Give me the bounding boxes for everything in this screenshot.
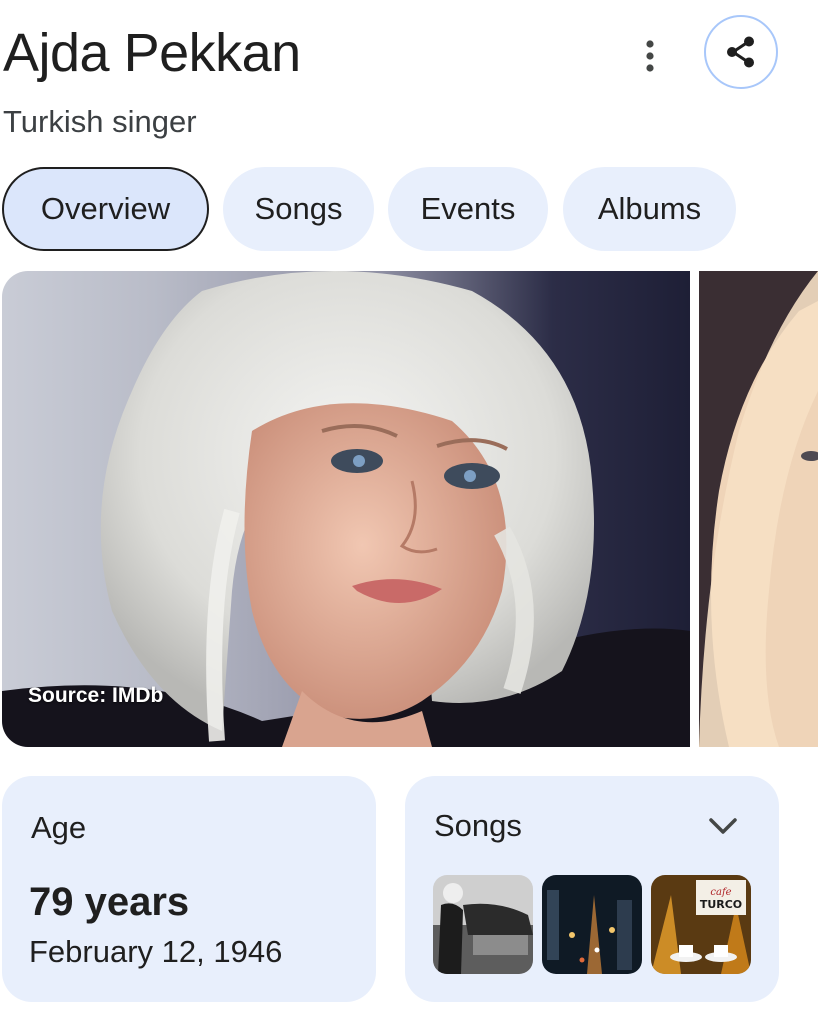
- song-cover-image: [542, 875, 642, 974]
- chevron-down-icon[interactable]: [706, 813, 740, 839]
- more-options-button[interactable]: [630, 36, 670, 76]
- main-photo[interactable]: [2, 271, 690, 747]
- tab-overview[interactable]: Overview: [2, 167, 209, 251]
- tab-events[interactable]: Events: [388, 167, 548, 251]
- birth-date: February 12, 1946: [29, 934, 283, 969]
- song-cover-image: [433, 875, 533, 974]
- tab-songs[interactable]: Songs: [223, 167, 374, 251]
- page-title: Ajda Pekkan: [3, 23, 301, 83]
- song-thumbnail[interactable]: [433, 875, 533, 974]
- age-value: 79 years: [29, 880, 190, 924]
- age-label: Age: [31, 810, 87, 845]
- song-cover-image: cafe TURCO: [651, 875, 751, 974]
- page-subtitle: Turkish singer: [3, 104, 197, 139]
- next-photo[interactable]: [699, 271, 818, 747]
- tab-albums[interactable]: Albums: [563, 167, 736, 251]
- portrait-image: [2, 271, 690, 747]
- share-icon: [727, 36, 754, 68]
- songs-label: Songs: [434, 808, 522, 843]
- portrait-image-2: [699, 271, 818, 747]
- song-thumbnail[interactable]: cafe TURCO: [651, 875, 751, 974]
- photo-source-label: Source: IMDb: [28, 684, 164, 707]
- more-vert-icon: [646, 40, 654, 72]
- svg-text:TURCO: TURCO: [700, 898, 742, 911]
- share-button[interactable]: [704, 15, 778, 89]
- svg-text:cafe: cafe: [710, 887, 731, 898]
- song-thumbnail[interactable]: [542, 875, 642, 974]
